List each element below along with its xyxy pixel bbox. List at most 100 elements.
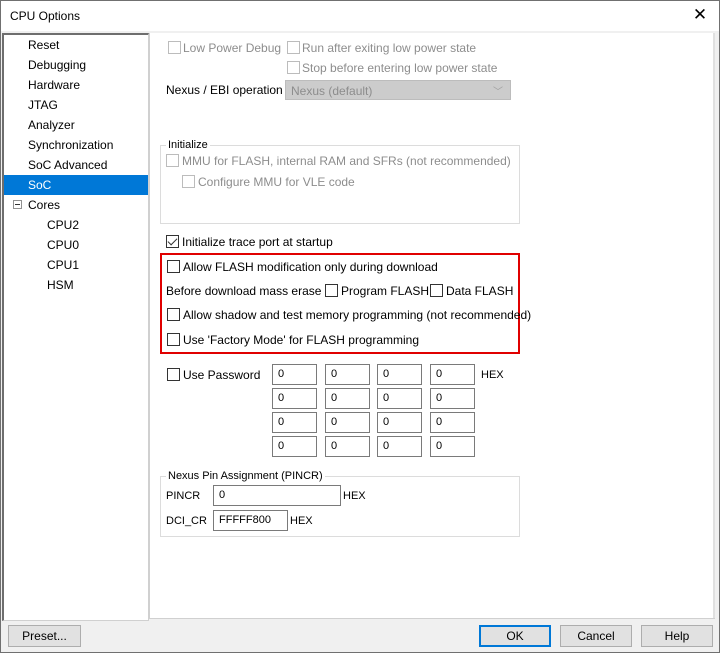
tree-item-label: Cores [28, 198, 61, 212]
tree-item-hsm[interactable]: HSM [4, 275, 148, 295]
program-flash-checkbox[interactable] [325, 284, 338, 297]
soc-settings-panel: Low Power Debug Run after exiting low po… [149, 33, 715, 619]
tree-item-cpu0[interactable]: CPU0 [4, 235, 148, 255]
tree-item-cpu2[interactable]: CPU2 [4, 215, 148, 235]
tree-item-label: Synchronization [28, 138, 114, 152]
password-hex-label: HEX [481, 369, 504, 381]
tree-item-debugging[interactable]: Debugging [4, 55, 148, 75]
password-field[interactable]: 0 [325, 436, 370, 457]
tree-item-analyzer[interactable]: Analyzer [4, 115, 148, 135]
password-field[interactable]: 0 [325, 364, 370, 385]
pincr-group-title: Nexus Pin Assignment (PINCR) [166, 470, 325, 482]
password-value: 0 [278, 416, 285, 428]
ok-button[interactable]: OK [479, 625, 551, 647]
mmu-vle-checkbox[interactable] [182, 175, 195, 188]
tree-item-hardware[interactable]: Hardware [4, 75, 148, 95]
password-field[interactable]: 0 [430, 412, 475, 433]
init-trace-checkbox[interactable] [166, 235, 179, 248]
run-after-exit-checkbox[interactable] [287, 41, 300, 54]
options-tree[interactable]: Reset Debugging Hardware JTAG Analyzer S… [2, 33, 149, 621]
password-value: 0 [383, 368, 390, 380]
title-bar: CPU Options ✕ [1, 1, 719, 31]
password-field[interactable]: 0 [430, 436, 475, 457]
cpu-options-dialog: CPU Options ✕ Reset Debugging Hardware J… [0, 0, 720, 653]
tree-item-label: CPU1 [47, 258, 80, 272]
mmu-vle-label: Configure MMU for VLE code [198, 175, 355, 189]
pincr-field[interactable]: 0 [213, 485, 341, 506]
tree-item-reset[interactable]: Reset [4, 35, 148, 55]
pincr-hex-label: HEX [343, 490, 366, 502]
tree-item-label: Reset [28, 38, 60, 52]
password-field[interactable]: 0 [325, 412, 370, 433]
init-trace-label: Initialize trace port at startup [182, 235, 333, 249]
program-flash-label: Program FLASH [341, 284, 430, 298]
nexus-ebi-value: Nexus (default) [291, 84, 373, 98]
use-password-checkbox[interactable] [167, 368, 180, 381]
preset-label: Preset... [22, 629, 67, 643]
tree-item-cpu1[interactable]: CPU1 [4, 255, 148, 275]
tree-item-label: Analyzer [28, 118, 75, 132]
password-field[interactable]: 0 [272, 436, 317, 457]
allow-shadow-checkbox[interactable] [167, 308, 180, 321]
initialize-group-title: Initialize [166, 139, 210, 151]
low-power-debug-label: Low Power Debug [183, 41, 282, 55]
password-value: 0 [383, 392, 390, 404]
tree-item-label: Hardware [28, 78, 81, 92]
password-field[interactable]: 0 [377, 388, 422, 409]
password-field[interactable]: 0 [272, 388, 317, 409]
password-value: 0 [331, 416, 338, 428]
tree-item-synchronization[interactable]: Synchronization [4, 135, 148, 155]
tree-item-cores[interactable]: Cores [4, 195, 148, 215]
tree-item-label: Debugging [28, 58, 87, 72]
close-icon[interactable]: ✕ [691, 6, 709, 24]
tree-item-soc[interactable]: SoC [4, 175, 148, 195]
pincr-value: 0 [219, 489, 226, 501]
password-field[interactable]: 0 [325, 388, 370, 409]
password-value: 0 [436, 416, 443, 428]
password-value: 0 [278, 440, 285, 452]
cancel-label: Cancel [577, 629, 615, 643]
password-value: 0 [278, 392, 285, 404]
password-value: 0 [436, 440, 443, 452]
mmu-checkbox[interactable] [166, 154, 179, 167]
password-field[interactable]: 0 [377, 412, 422, 433]
password-value: 0 [436, 392, 443, 404]
nexus-ebi-dropdown[interactable]: Nexus (default) ﹀ [285, 80, 511, 100]
password-field[interactable]: 0 [272, 412, 317, 433]
password-field[interactable]: 0 [377, 436, 422, 457]
allow-flash-mod-checkbox[interactable] [167, 260, 180, 273]
pincr-label: PINCR [166, 490, 201, 502]
tree-item-label: CPU2 [47, 218, 80, 232]
tree-item-label: HSM [47, 278, 74, 292]
help-button[interactable]: Help [641, 625, 713, 647]
password-value: 0 [331, 368, 338, 380]
tree-item-jtag[interactable]: JTAG [4, 95, 148, 115]
stop-before-enter-label: Stop before entering low power state [302, 61, 498, 75]
password-field[interactable]: 0 [430, 364, 475, 385]
password-value: 0 [278, 368, 285, 380]
dci-cr-field[interactable]: FFFFF800 [213, 510, 288, 531]
data-flash-checkbox[interactable] [430, 284, 443, 297]
data-flash-label: Data FLASH [446, 284, 514, 298]
tree-item-soc-advanced[interactable]: SoC Advanced [4, 155, 148, 175]
help-label: Help [664, 629, 690, 643]
password-field[interactable]: 0 [430, 388, 475, 409]
use-password-label: Use Password [183, 368, 261, 382]
password-value: 0 [331, 392, 338, 404]
factory-mode-checkbox[interactable] [167, 333, 180, 346]
cancel-button[interactable]: Cancel [560, 625, 632, 647]
preset-button[interactable]: Preset... [8, 625, 81, 647]
password-field[interactable]: 0 [377, 364, 422, 385]
factory-mode-label: Use 'Factory Mode' for FLASH programming [183, 333, 419, 347]
password-value: 0 [331, 440, 338, 452]
tree-item-label: SoC [28, 178, 52, 192]
collapse-icon[interactable] [13, 200, 22, 209]
stop-before-enter-checkbox[interactable] [287, 61, 300, 74]
password-value: 0 [383, 416, 390, 428]
low-power-debug-checkbox[interactable] [168, 41, 181, 54]
password-value: 0 [383, 440, 390, 452]
dci-cr-label: DCI_CR [166, 515, 207, 527]
tree-item-label: JTAG [28, 98, 58, 112]
mmu-label: MMU for FLASH, internal RAM and SFRs (no… [182, 154, 511, 168]
password-field[interactable]: 0 [272, 364, 317, 385]
